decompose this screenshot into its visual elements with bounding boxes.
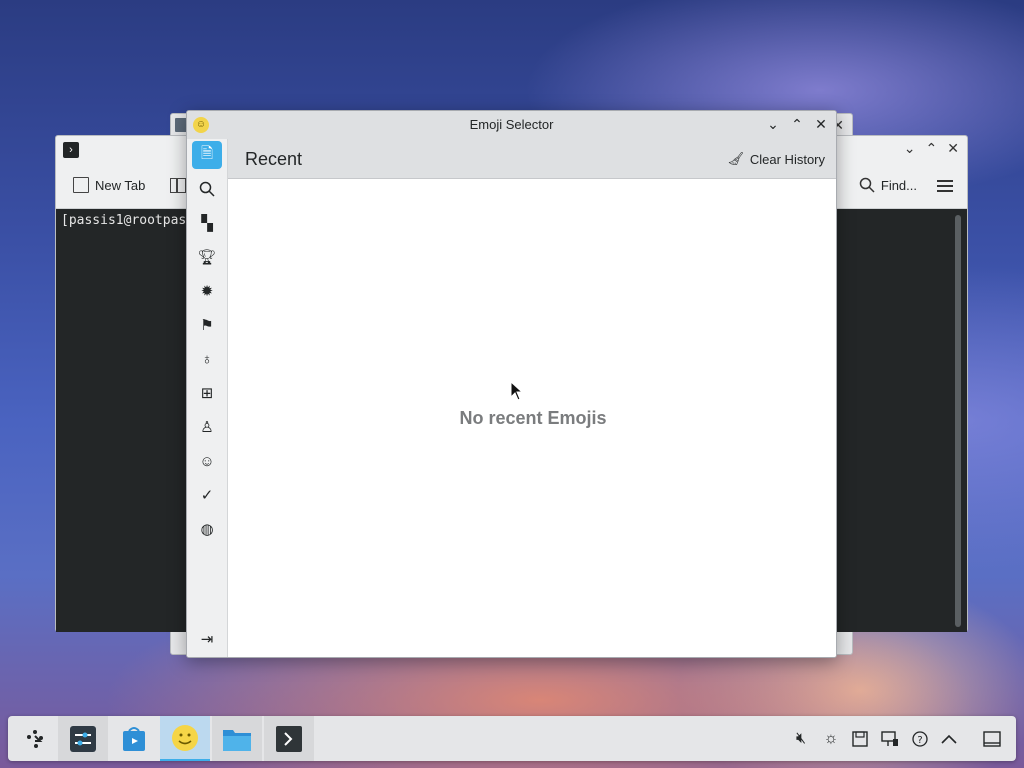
- file-manager-icon[interactable]: [212, 716, 262, 761]
- globe-icon[interactable]: ◍: [192, 515, 222, 543]
- close-icon[interactable]: ✕: [947, 140, 959, 157]
- settings-icon[interactable]: [58, 716, 108, 761]
- people-icon[interactable]: ♙: [192, 413, 222, 441]
- window-controls: ⌄ ⌃ ✕: [766, 115, 828, 133]
- save-icon[interactable]: [849, 728, 871, 750]
- symbols-icon[interactable]: ▚: [192, 209, 222, 237]
- emoji-selector-icon[interactable]: [160, 716, 210, 761]
- svg-text:?: ?: [917, 735, 922, 746]
- new-tab-label: New Tab: [95, 177, 146, 193]
- clear-history-label: Clear History: [749, 151, 825, 167]
- category-header: Recent 🧹︎ Clear History: [228, 139, 836, 179]
- flags-icon[interactable]: ⚑: [192, 311, 222, 339]
- find-button[interactable]: Find...: [859, 177, 917, 193]
- show-hidden-icon[interactable]: [938, 728, 960, 750]
- checkmark-icon[interactable]: ✓: [192, 481, 222, 509]
- new-tab-button[interactable]: New Tab: [73, 177, 145, 193]
- window-title: Emoji Selector: [469, 117, 554, 132]
- konsole-icon[interactable]: [264, 716, 314, 761]
- food-icon[interactable]: ♁: [192, 345, 222, 373]
- recent-icon[interactable]: 🗎: [192, 141, 222, 169]
- broom-icon: 🧹︎: [727, 151, 744, 166]
- minimize-icon[interactable]: ⌄: [766, 115, 780, 133]
- new-tab-icon: [73, 177, 89, 193]
- taskbar: 🔇︎ ☼ ?: [8, 716, 1016, 761]
- maximize-icon[interactable]: ⌃: [926, 140, 938, 157]
- title-bar[interactable]: ☺ Emoji Selector ⌄ ⌃ ✕: [187, 111, 836, 139]
- konsole-title-icon: ›: [63, 142, 79, 158]
- window-controls: ⌄ ⌃ ✕: [904, 140, 959, 157]
- minimize-icon[interactable]: ⌄: [904, 140, 916, 157]
- close-icon[interactable]: ✕: [814, 115, 828, 133]
- network-icon[interactable]: [879, 728, 901, 750]
- show-desktop-icon[interactable]: [981, 728, 1003, 750]
- split-view-icon[interactable]: [170, 178, 186, 193]
- maximize-icon[interactable]: ⌃: [790, 115, 804, 133]
- category-sidebar: 🗎 ▚ 🏆︎ ✹ ⚑ ♁ ⊞ ♙ ☺ ✓ ◍ ⇥: [187, 139, 228, 657]
- emoji-grid: No recent Emojis: [228, 179, 836, 657]
- volume-muted-icon[interactable]: 🔇︎: [790, 728, 812, 750]
- mouse-cursor-icon: [510, 381, 524, 401]
- activities-icon[interactable]: 🏆︎: [192, 243, 222, 271]
- terminal-prompt: [passis1@rootpas: [61, 213, 187, 228]
- travel-icon[interactable]: ⊞: [192, 379, 222, 407]
- application-launcher-icon[interactable]: [10, 716, 60, 761]
- category-title: Recent: [245, 149, 303, 169]
- discover-icon[interactable]: [109, 716, 159, 761]
- expand-sidebar-icon[interactable]: ⇥: [192, 625, 222, 653]
- find-label: Find...: [880, 177, 917, 193]
- hamburger-menu-icon[interactable]: [937, 177, 953, 195]
- objects-icon[interactable]: ✹: [192, 277, 222, 305]
- scrollbar[interactable]: [955, 215, 961, 627]
- clear-history-button[interactable]: 🧹︎ Clear History: [727, 151, 825, 167]
- smileys-icon[interactable]: ☺: [192, 447, 222, 475]
- empty-state-message: No recent Emojis: [459, 408, 607, 428]
- search-icon[interactable]: [192, 175, 222, 203]
- search-icon: [859, 177, 875, 193]
- help-icon[interactable]: ?: [909, 728, 931, 750]
- brightness-icon[interactable]: ☼: [820, 728, 842, 750]
